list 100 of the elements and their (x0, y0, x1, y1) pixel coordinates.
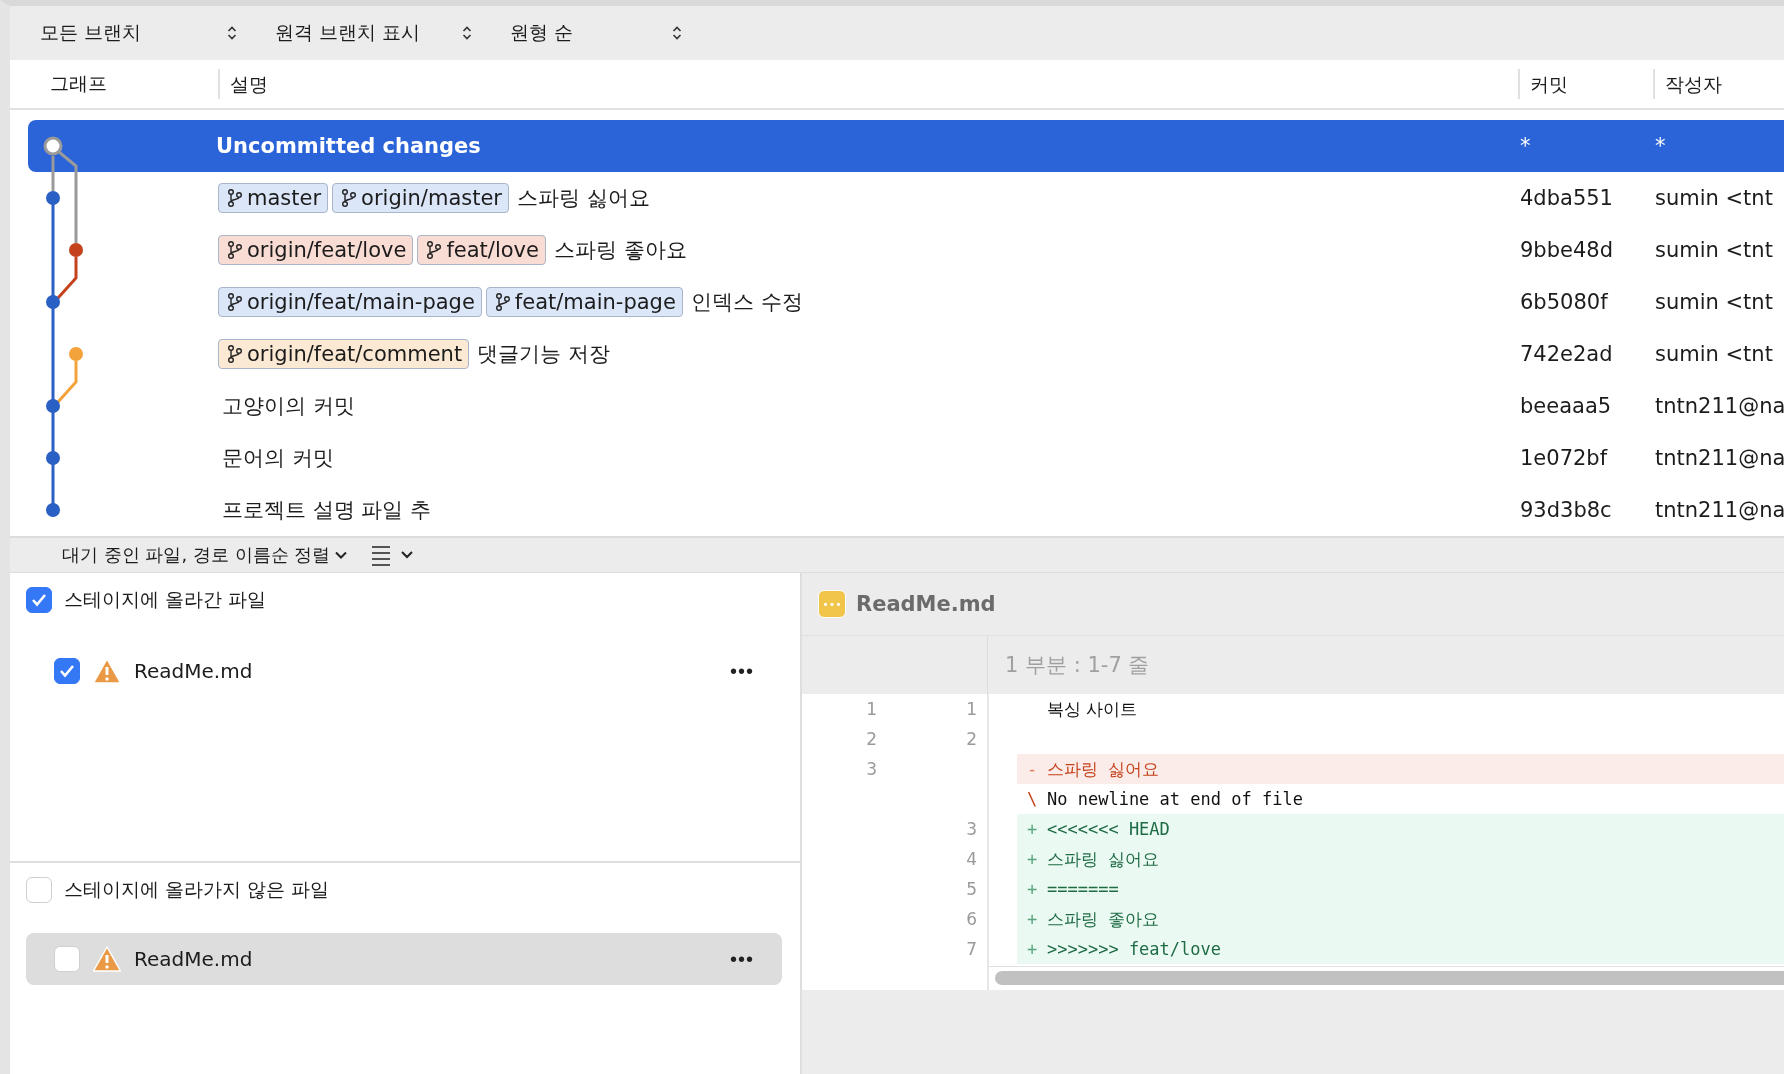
more-button[interactable]: ••• (730, 659, 754, 683)
commit-author: tntn211@na (1654, 394, 1784, 418)
commit-hash: beeaaa5 (1519, 394, 1613, 418)
chevron-down-icon (334, 550, 349, 560)
section-title: 스테이지에 올라가지 않은 파일 (64, 877, 330, 902)
updown-chevron-icon (462, 25, 472, 41)
file-name: ReadMe.md (134, 659, 254, 683)
commit-author: * (1654, 134, 1667, 158)
commit-author: tntn211@na (1654, 446, 1784, 470)
commit-author: sumin <tnt (1654, 186, 1774, 210)
line-number: 1 (865, 699, 877, 719)
branch-icon (426, 240, 443, 260)
branch-tag: origin/feat/love (218, 235, 414, 265)
commit-message: 스파링 좋아요 (553, 237, 687, 264)
more-button[interactable]: ••• (730, 947, 754, 971)
branch-line (51, 156, 55, 191)
branch-icon (227, 344, 243, 364)
commit-hash: 93d3b8c (1519, 498, 1613, 522)
column-header[interactable]: 그래프 (10, 71, 218, 97)
code-line: No newline at end of file (1047, 789, 1303, 809)
commit-author: tntn211@na (1654, 498, 1784, 522)
commit-row[interactable]: master origin/master 스파링 싫어요 4dba551 sumin <tnt (10, 172, 1784, 224)
updown-chevron-icon (672, 25, 682, 41)
diff-sign: + (1025, 879, 1039, 899)
branch-tag: master (218, 183, 329, 213)
column-header[interactable]: 커밋 (1518, 69, 1653, 99)
diff-sign: + (1025, 849, 1039, 869)
commit-message: 프로젝트 설명 파일 추 (222, 497, 432, 524)
commit-hash: 742e2ad (1519, 342, 1614, 366)
file-status-badge: ••• (818, 590, 846, 618)
branch-icon (494, 292, 511, 312)
line-number: 7 (965, 939, 978, 959)
diff-sign: + (1025, 939, 1039, 959)
file-name: ReadMe.md (134, 947, 254, 971)
code-line: <<<<<<< HEAD (1047, 819, 1170, 839)
filter-dropdown[interactable]: 원형 순 (510, 20, 690, 46)
commit-hash: 6b5080f (1519, 290, 1609, 314)
line-number: 2 (865, 729, 877, 749)
hunk-header: 1 부분 : 1-7 줄 (1005, 652, 1150, 679)
branch-tag: feat/love (417, 235, 546, 265)
column-header[interactable]: 설명 (218, 69, 1518, 99)
diff-sign: \ (1025, 789, 1039, 809)
code-line: 스파링 싫어요 (1047, 847, 1160, 871)
commit-message: 인덱스 수정 (690, 289, 803, 316)
line-number: 5 (965, 879, 978, 899)
commit-message: 고양이의 커밋 (222, 393, 355, 420)
commit-row[interactable]: 고양이의 커밋 beeaaa5 tntn211@na (10, 380, 1784, 432)
line-number: 1 (965, 699, 978, 719)
checkbox[interactable] (54, 658, 80, 684)
commit-hash: * (1519, 134, 1532, 158)
commit-message: Uncommitted changes (216, 134, 481, 158)
commit-row[interactable]: origin/feat/comment 댓글기능 저장 742e2ad sumin <tnt (10, 328, 1784, 380)
branch-icon (227, 292, 243, 312)
commit-row[interactable]: Uncommitted changes * * (28, 120, 1784, 172)
branch-tag: feat/main-page (485, 287, 683, 317)
commit-author: sumin <tnt (1654, 290, 1774, 314)
commit-message: 스파링 싫어요 (517, 185, 650, 212)
line-number: 2 (965, 729, 978, 749)
branch-icon (227, 188, 243, 208)
code-line: 스파링 싫어요 (1047, 757, 1160, 781)
code-line: 복싱 사이트 (1047, 697, 1138, 721)
branch-icon (227, 240, 243, 260)
warning-icon (92, 945, 122, 973)
filter-dropdown[interactable]: 모든 브랜치 (40, 20, 245, 46)
line-number: 4 (965, 849, 978, 869)
commit-hash: 1e072bf (1519, 446, 1609, 470)
branch-tag: origin/feat/comment (218, 339, 470, 369)
commit-hash: 9bbe48d (1519, 238, 1614, 262)
commit-author: sumin <tnt (1654, 238, 1774, 262)
branch-icon (341, 188, 358, 208)
commit-row[interactable]: origin/feat/love feat/love 스파링 좋아요 9bbe48d sumin <tnt (10, 224, 1784, 276)
line-number: 3 (965, 819, 978, 839)
diff-sign: + (1025, 819, 1039, 839)
warning-icon (92, 657, 122, 685)
checkmark-icon (59, 664, 75, 678)
section-title: 스테이지에 올라간 파일 (64, 587, 267, 612)
file-row[interactable]: ReadMe.md ••• (26, 645, 782, 697)
commit-row[interactable]: 프로젝트 설명 파일 추 93d3b8c tntn211@na (10, 484, 1784, 536)
line-number: 6 (965, 909, 978, 929)
commit-author: sumin <tnt (1654, 342, 1774, 366)
code-line: >>>>>>> feat/love (1047, 939, 1221, 959)
scrollbar[interactable] (995, 970, 1784, 985)
commit-message: 댓글기능 저장 (477, 341, 610, 368)
updown-chevron-icon (227, 25, 237, 41)
checkmark-icon (31, 593, 47, 607)
commit-message: 문어의 커밋 (222, 445, 334, 472)
sort-dropdown[interactable]: 대기 중인 파일, 경로 이름순 정렬 (62, 543, 349, 567)
column-header[interactable]: 작성자 (1653, 69, 1784, 99)
checkbox[interactable] (26, 587, 52, 613)
code-line: 스파링 좋아요 (1047, 907, 1160, 931)
code-line: ======= (1047, 879, 1119, 899)
line-number: 3 (865, 759, 877, 779)
filter-dropdown[interactable]: 원격 브랜치 표시 (275, 20, 480, 46)
diff-sign: + (1025, 909, 1039, 929)
diff-sign: - (1025, 759, 1039, 779)
file-row[interactable]: ReadMe.md ••• (26, 933, 782, 985)
commit-row[interactable]: origin/feat/main-page feat/main-page 인덱스 수정 6b5080f sumin <tnt (10, 276, 1784, 328)
branch-tag: origin/feat/main-page (218, 287, 482, 317)
branch-tag: origin/master (332, 183, 509, 213)
commit-row[interactable]: 문어의 커밋 1e072bf tntn211@na (10, 432, 1784, 484)
